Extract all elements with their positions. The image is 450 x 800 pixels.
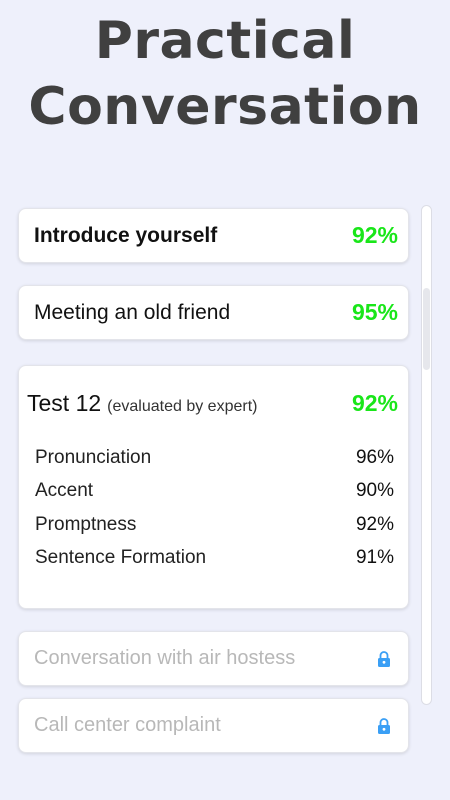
locked-lesson-card-air-hostess[interactable]: Conversation with air hostess	[18, 631, 409, 686]
metric-value: 96%	[355, 446, 394, 468]
scrollbar-thumb[interactable]	[423, 288, 430, 370]
locked-lesson-card-call-center[interactable]: Call center complaint	[18, 698, 409, 753]
locked-lesson-label: Conversation with air hostess	[34, 647, 296, 669]
metric-label: Promptness	[35, 513, 137, 535]
metric-value: 92%	[355, 513, 394, 535]
lesson-score: 95%	[351, 299, 398, 325]
lesson-card-meeting-old-friend[interactable]: Meeting an old friend 95%	[18, 285, 409, 340]
scrollbar[interactable]	[421, 205, 432, 705]
lesson-label: Meeting an old friend	[34, 300, 231, 324]
test-heading: Test 12 (evaluated by expert)	[27, 390, 257, 417]
lesson-card-introduce-yourself[interactable]: Introduce yourself 92%	[18, 208, 409, 263]
test-title: Test 12	[27, 390, 102, 416]
metric-row-accent: Accent 90%	[35, 475, 394, 509]
metric-label: Pronunciation	[35, 446, 152, 468]
page-title-line-1: Practical	[94, 11, 356, 71]
lesson-label: Introduce yourself	[34, 223, 218, 247]
page-title-line-2: Conversation	[28, 77, 422, 137]
test-evaluation-note: (evaluated by expert)	[107, 398, 258, 415]
test-result-header: Test 12 (evaluated by expert) 92%	[27, 390, 398, 417]
lock-icon	[376, 650, 392, 668]
metric-row-pronunciation: Pronunciation 96%	[35, 441, 394, 475]
metric-row-sentence-formation: Sentence Formation 91%	[35, 542, 394, 576]
metric-label: Accent	[35, 480, 94, 502]
page-title: Practical Conversation	[0, 8, 450, 140]
metric-value: 91%	[355, 547, 394, 569]
lock-icon	[376, 717, 392, 735]
test-result-card[interactable]: Test 12 (evaluated by expert) 92% Pronunc…	[18, 365, 409, 609]
test-score: 92%	[351, 390, 398, 416]
metric-row-promptness: Promptness 92%	[35, 508, 394, 542]
locked-lesson-label: Call center complaint	[34, 714, 221, 736]
test-metrics-list: Pronunciation 96% Accent 90% Promptness …	[35, 441, 394, 575]
metric-label: Sentence Formation	[35, 547, 207, 569]
lesson-score: 92%	[351, 222, 398, 248]
metric-value: 90%	[355, 480, 394, 502]
